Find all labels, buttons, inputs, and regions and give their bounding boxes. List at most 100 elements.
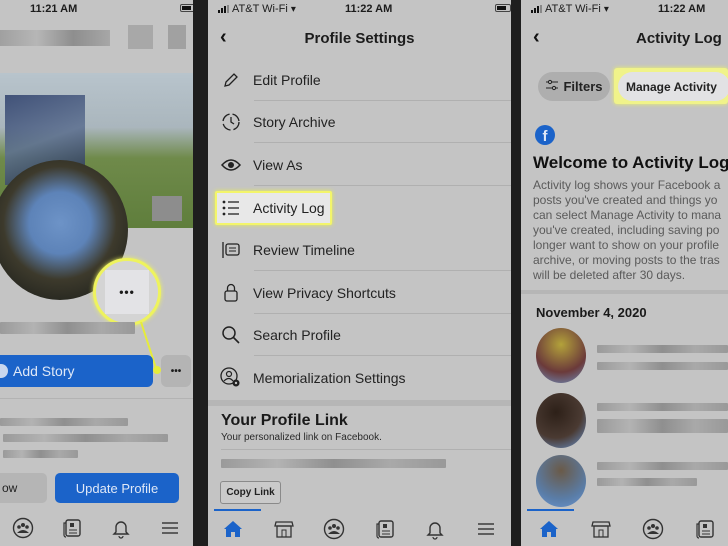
bell-icon[interactable] bbox=[422, 516, 448, 542]
signal-icon bbox=[218, 5, 229, 13]
blurred-activity-text bbox=[597, 345, 728, 353]
page-title: Profile Settings bbox=[304, 30, 415, 47]
marketplace-icon[interactable] bbox=[588, 516, 614, 542]
bottom-tab-bar bbox=[521, 512, 728, 546]
divider bbox=[0, 398, 193, 399]
status-bar: 11:21 AM bbox=[0, 0, 193, 18]
profile-link-title: Your Profile Link bbox=[221, 412, 348, 429]
carrier-label: AT&T Wi-Fi bbox=[545, 3, 601, 15]
signal-icon bbox=[531, 5, 542, 13]
menu-item-story-archive[interactable]: Story Archive bbox=[208, 101, 511, 143]
nav-header: ‹ Activity Log bbox=[521, 24, 728, 54]
status-time: 11:22 AM bbox=[658, 3, 706, 15]
description-line: Activity log shows your Facebook a bbox=[533, 178, 721, 192]
blurred-bio-line bbox=[3, 450, 78, 458]
groups-icon[interactable] bbox=[640, 516, 666, 542]
profile-settings-screen: AT&T Wi-Fi ▾ 11:22 AM ‹ Profile Settings… bbox=[208, 0, 511, 546]
description-line: longer want to show on your profile bbox=[533, 238, 720, 252]
menu-item-view-as[interactable]: View As bbox=[208, 144, 511, 186]
bell-icon[interactable] bbox=[108, 515, 134, 541]
menu-item-search-profile[interactable]: Search Profile bbox=[208, 314, 511, 356]
page-title: Activity Log bbox=[636, 30, 722, 47]
secondary-button[interactable]: ow bbox=[0, 473, 47, 503]
blurred-display-name bbox=[0, 322, 135, 334]
blurred-bio-line bbox=[3, 434, 168, 442]
user-gear-icon bbox=[220, 367, 242, 389]
lock-icon bbox=[220, 282, 242, 304]
menu-item-privacy-shortcuts[interactable]: View Privacy Shortcuts bbox=[208, 272, 511, 314]
back-chevron-icon[interactable]: ‹ bbox=[533, 26, 540, 49]
update-profile-button[interactable]: Update Profile bbox=[55, 473, 179, 503]
settings-icon[interactable] bbox=[168, 25, 186, 49]
wifi-icon: ▾ bbox=[603, 3, 609, 15]
blurred-activity-text bbox=[597, 478, 697, 486]
menu-label: Memorialization Settings bbox=[253, 370, 406, 386]
divider bbox=[254, 270, 511, 271]
home-icon[interactable] bbox=[220, 516, 246, 542]
description-line: will be deleted after 30 days. bbox=[533, 268, 686, 282]
filters-button[interactable]: Filters bbox=[538, 72, 610, 101]
profile-screen: 11:21 AM ••• Add Story ••• ow Update Pro… bbox=[0, 0, 193, 546]
bottom-tab-bar bbox=[0, 510, 193, 546]
pencil-icon bbox=[220, 69, 242, 91]
menu-item-memorialization[interactable]: Memorialization Settings bbox=[208, 357, 511, 399]
carrier-label: AT&T Wi-Fi bbox=[232, 3, 288, 15]
menu-label: Activity Log bbox=[253, 200, 325, 216]
nav-header: ‹ Profile Settings bbox=[208, 24, 511, 54]
marketplace-icon[interactable] bbox=[271, 516, 297, 542]
eye-icon bbox=[220, 154, 242, 176]
home-icon[interactable] bbox=[536, 516, 562, 542]
manage-activity-button[interactable]: Manage Activity bbox=[618, 72, 728, 101]
divider bbox=[254, 142, 511, 143]
news-icon[interactable] bbox=[59, 515, 85, 541]
description-line: archive, or moving posts to the tras bbox=[533, 253, 720, 267]
battery-icon bbox=[495, 4, 511, 12]
menu-item-edit-profile[interactable]: Edit Profile bbox=[208, 59, 511, 101]
groups-icon[interactable] bbox=[321, 516, 347, 542]
blurred-profile-name bbox=[0, 30, 110, 46]
menu-item-activity-log[interactable]: Activity Log bbox=[208, 187, 511, 229]
active-tab-indicator bbox=[214, 509, 261, 511]
carrier: AT&T Wi-Fi ▾ bbox=[218, 3, 296, 15]
status-time: 11:21 AM bbox=[30, 3, 78, 15]
copy-link-button[interactable]: Copy Link bbox=[220, 481, 281, 504]
menu-label: View As bbox=[253, 157, 303, 173]
profile-link-subtitle: Your personalized link on Facebook. bbox=[221, 432, 382, 443]
groups-icon[interactable] bbox=[10, 515, 36, 541]
filters-label: Filters bbox=[563, 79, 603, 94]
search-icon bbox=[220, 324, 242, 346]
carrier: AT&T Wi-Fi ▾ bbox=[531, 3, 609, 15]
divider bbox=[254, 185, 511, 186]
description-line: you've created, including saving po bbox=[533, 223, 720, 237]
bottom-tab-bar bbox=[208, 512, 511, 546]
activity-avatar bbox=[536, 455, 586, 507]
more-options-button[interactable]: ••• bbox=[161, 355, 191, 387]
blurred-activity-text bbox=[597, 403, 728, 411]
welcome-title: Welcome to Activity Log bbox=[533, 153, 728, 172]
menu-icon[interactable] bbox=[157, 515, 183, 541]
callout-magnifier: ••• bbox=[93, 258, 161, 326]
activity-avatar bbox=[536, 393, 586, 448]
divider bbox=[254, 355, 511, 356]
menu-item-review-timeline[interactable]: Review Timeline bbox=[208, 229, 511, 271]
sliders-icon bbox=[545, 79, 559, 94]
add-story-button[interactable]: Add Story bbox=[0, 355, 153, 387]
menu-icon[interactable] bbox=[473, 516, 499, 542]
description-line: posts you've created and things yo bbox=[533, 193, 718, 207]
news-icon[interactable] bbox=[372, 516, 398, 542]
callout-more-button: ••• bbox=[105, 270, 149, 314]
camera-icon[interactable] bbox=[152, 196, 182, 221]
menu-label: View Privacy Shortcuts bbox=[253, 285, 396, 301]
search-icon[interactable] bbox=[128, 25, 153, 49]
battery-icon bbox=[180, 4, 193, 12]
status-time: 11:22 AM bbox=[345, 3, 393, 15]
news-icon[interactable] bbox=[692, 516, 718, 542]
blurred-profile-url bbox=[221, 459, 446, 468]
activity-avatar bbox=[536, 328, 586, 383]
callout-dot bbox=[153, 366, 161, 374]
timeline-icon bbox=[220, 239, 242, 261]
clock-icon bbox=[220, 111, 242, 133]
blurred-activity-text bbox=[597, 462, 728, 470]
wifi-icon: ▾ bbox=[290, 3, 296, 15]
menu-label: Review Timeline bbox=[253, 242, 355, 258]
